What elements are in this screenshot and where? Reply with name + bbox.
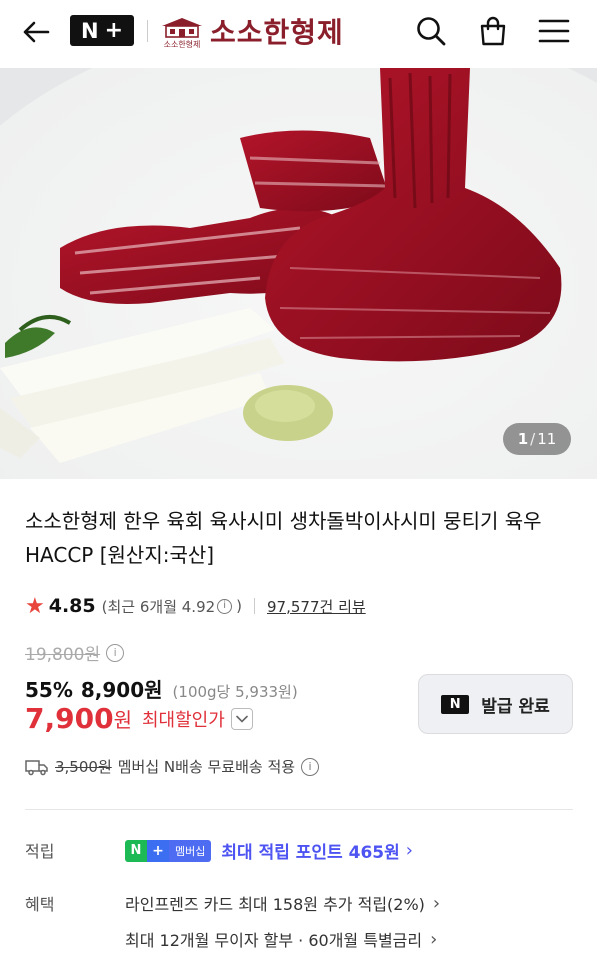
benefit-line-text: 최대 12개월 무이자 할부 · 60개월 특별금리 — [125, 931, 423, 950]
final-price-row: 7,900 원 최대할인가 — [25, 702, 253, 735]
star-icon: ★ — [25, 593, 45, 619]
coupon-issued-button[interactable]: N 발급 완료 — [418, 674, 573, 734]
price-info-icon[interactable]: i — [106, 643, 125, 662]
np-mini-membership: 멤버십 — [169, 839, 212, 862]
menu-button[interactable] — [535, 12, 573, 50]
naver-n-icon: N — [441, 694, 470, 714]
np-badge-n: N — [80, 18, 99, 43]
brand-name[interactable]: 소소한형제 — [210, 11, 344, 51]
review-count-link[interactable]: 97,577건 리뷰 — [267, 596, 366, 617]
shipping-row: 3,500원 멤버십 N배송 무료배송 적용 i — [25, 756, 320, 777]
truck-icon — [25, 759, 48, 775]
back-arrow-icon — [23, 21, 50, 43]
top-header: N + 소소한형제 소소한형제 — [0, 0, 597, 68]
brand-house-icon — [162, 18, 202, 38]
product-title: 소소한형제 한우 육회 육사시미 생차돌박이사시미 뭉티기 육우 HACCP [… — [25, 509, 542, 567]
final-price-unit: 원 — [113, 708, 132, 732]
final-price: 7,900 — [25, 702, 114, 735]
max-points-text: 최대 적립 포인트 465원 — [221, 843, 400, 863]
original-price-row: 19,800원 i — [25, 640, 125, 665]
naver-plus-store-badge[interactable]: N + — [70, 15, 134, 46]
np-mini-plus: + — [147, 839, 169, 862]
back-button[interactable] — [18, 14, 54, 50]
benefits-label: 혜택 — [25, 895, 55, 914]
recent-rating-close: ) — [236, 597, 243, 615]
menu-icon — [538, 19, 570, 43]
rating-score: 4.85 — [48, 595, 96, 617]
rating-row: ★ 4.85 (최근 6개월 4.92 i ) 97,577건 리뷰 — [25, 592, 366, 620]
search-button[interactable] — [412, 12, 450, 50]
coupon-button-label: 발급 완료 — [481, 696, 550, 717]
benefit-card-points[interactable]: 라인프렌즈 카드 최대 158원 추가 적립(2%) › — [125, 891, 440, 915]
original-price: 19,800원 — [25, 645, 101, 665]
price-detail-dropdown[interactable] — [230, 707, 253, 730]
search-icon — [417, 17, 446, 46]
chevron-right-icon: › — [430, 928, 438, 950]
shipping-info-icon[interactable]: i — [301, 757, 320, 776]
shopping-bag-icon — [480, 16, 506, 46]
brand-small-text: 소소한형제 — [163, 40, 201, 49]
original-shipping-fee: 3,500원 — [55, 758, 112, 776]
rating-divider — [254, 598, 256, 614]
max-discount-label: 최대할인가 — [141, 709, 225, 731]
gallery-page-indicator: 1 / 11 — [503, 423, 571, 455]
section-divider — [25, 809, 573, 810]
points-label: 적립 — [25, 842, 55, 861]
sale-price: 8,900원 — [80, 678, 163, 702]
recent-rating: (최근 6개월 4.92 — [101, 597, 216, 616]
product-photo — [0, 68, 597, 479]
gallery-total-pages: 11 — [537, 430, 557, 448]
info-icon[interactable]: i — [217, 598, 233, 614]
chevron-down-icon — [235, 715, 248, 723]
np-badge-plus: + — [104, 18, 123, 43]
naver-plus-membership-badge: N + 멤버십 — [125, 839, 212, 862]
product-image-carousel[interactable]: 1 / 11 — [0, 68, 597, 479]
points-row[interactable]: N + 멤버십 최대 적립 포인트 465원 › — [125, 838, 413, 863]
discount-rate: 55% — [25, 678, 73, 702]
benefit-installment[interactable]: 최대 12개월 무이자 할부 · 60개월 특별금리 › — [125, 927, 437, 951]
np-mini-n: N — [125, 839, 147, 862]
unit-price: (100g당 5,933원) — [172, 683, 298, 701]
chevron-right-icon: › — [432, 892, 441, 914]
chevron-right-icon: › — [405, 840, 413, 861]
header-divider — [147, 20, 148, 42]
sale-price-row: 55% 8,900원 (100g당 5,933원) — [25, 674, 298, 703]
gallery-current-page: 1 — [517, 430, 529, 448]
brand-logo[interactable]: 소소한형제 — [158, 12, 206, 50]
benefit-line-text: 라인프렌즈 카드 최대 158원 추가 적립(2%) — [125, 895, 425, 914]
shipping-text: 멤버십 N배송 무료배송 적용 — [117, 758, 296, 776]
cart-button[interactable] — [474, 12, 512, 50]
gallery-separator: / — [530, 430, 536, 448]
